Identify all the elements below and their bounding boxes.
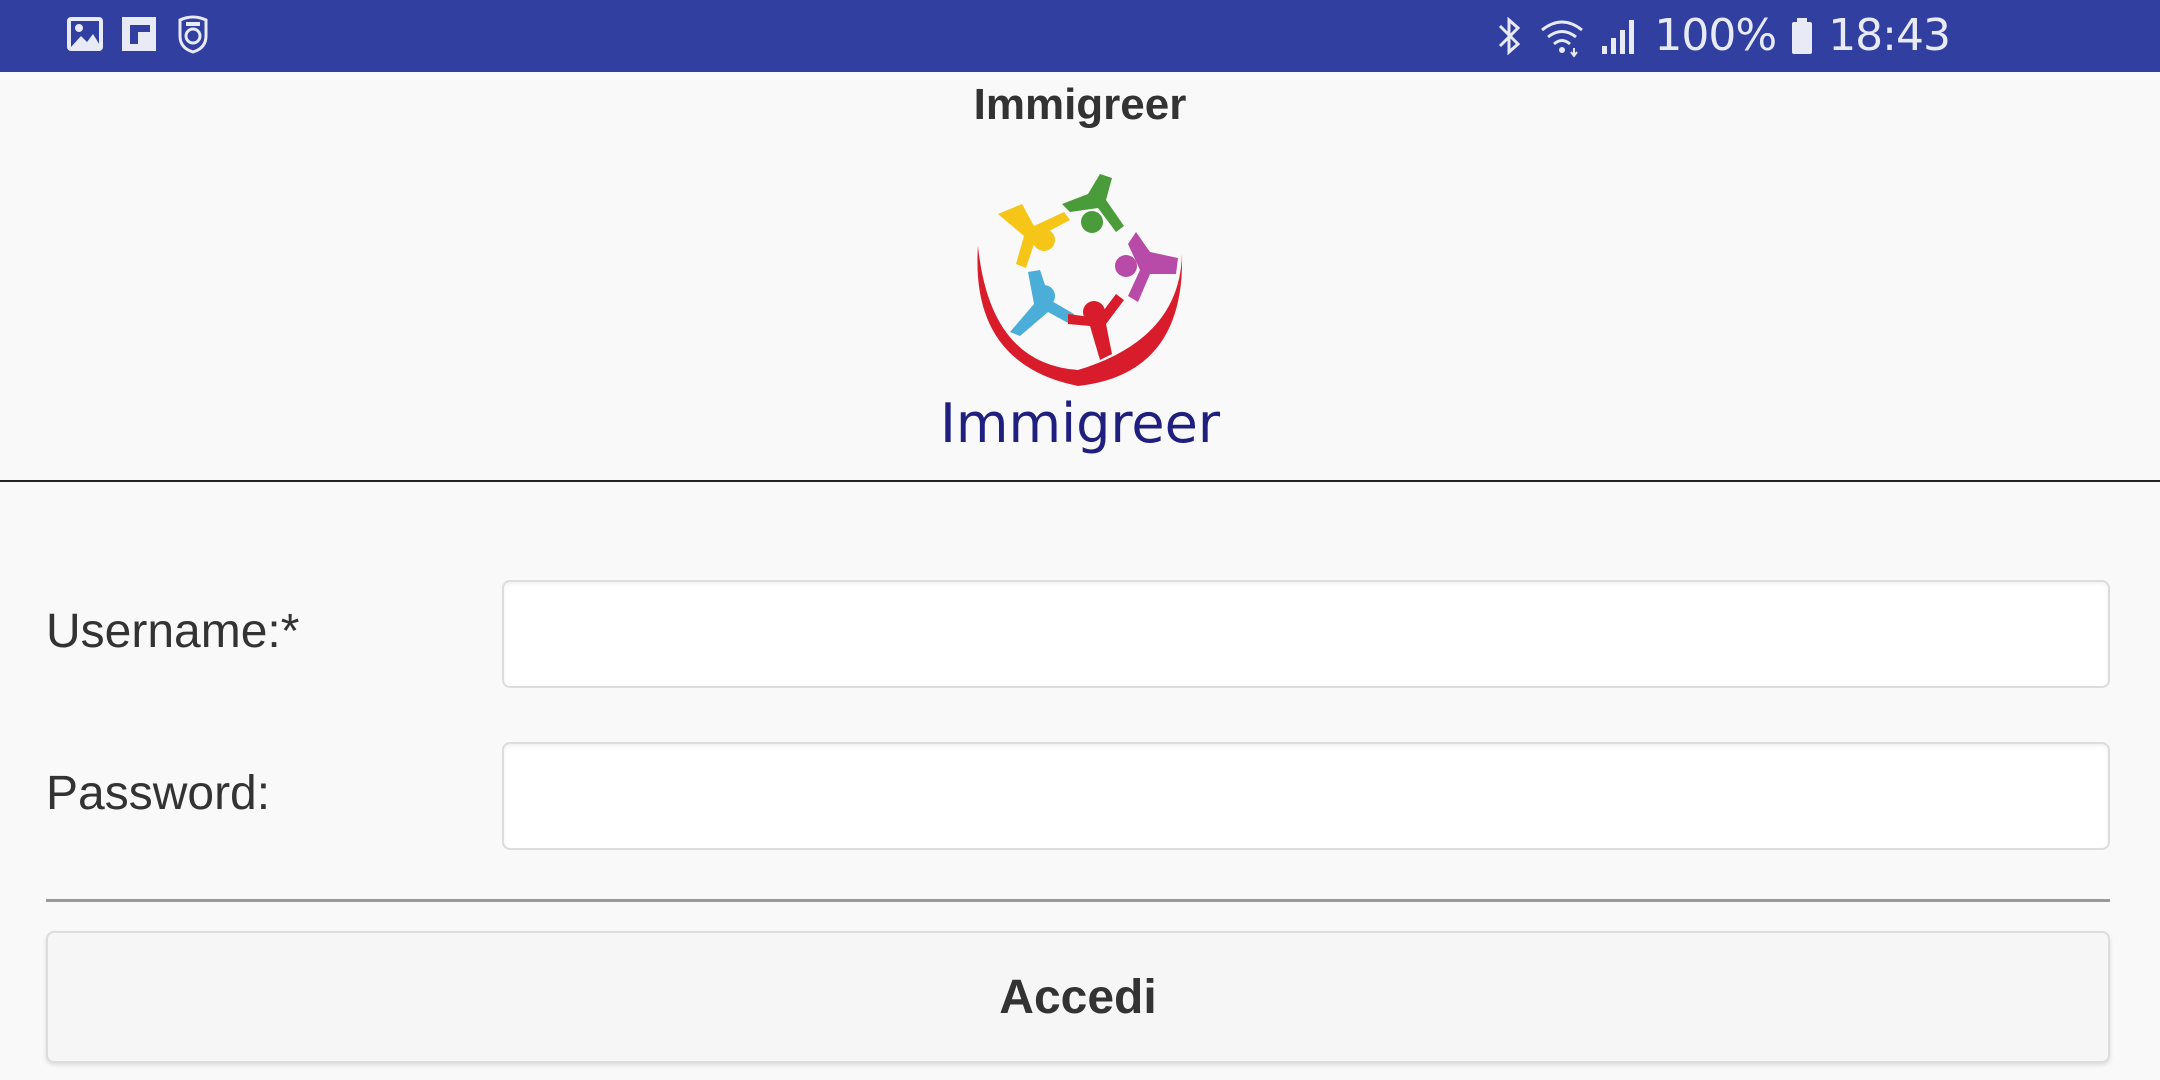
status-bar: 100% 18:43 [0, 0, 2160, 72]
page-title: Immigreer [973, 80, 1187, 129]
logo-text: Immigreer [939, 392, 1221, 455]
logo-figure-yellow [998, 204, 1070, 268]
logo-figure-green [1062, 174, 1124, 233]
logo-figure-red [1068, 294, 1124, 360]
logo-figure-blue [1010, 270, 1074, 336]
soccer-app-icon [178, 15, 208, 54]
logo-figure-purple [1115, 232, 1178, 302]
clock: 18:43 [1828, 10, 1951, 61]
flipboard-icon [122, 17, 156, 51]
signal-icon [1602, 19, 1635, 54]
username-input[interactable] [502, 580, 2110, 688]
battery-icon [1792, 17, 1813, 54]
password-label: Password: [46, 767, 271, 820]
bluetooth-icon [1499, 16, 1521, 55]
password-input[interactable] [502, 742, 2110, 850]
battery-percent: 100% [1654, 10, 1777, 61]
username-label: Username:* [46, 605, 300, 658]
form-separator [46, 899, 2110, 902]
status-left-icons [66, 14, 212, 54]
gallery-icon [67, 17, 103, 51]
header-divider [0, 480, 2160, 482]
status-right: 100% 18:43 [1494, 10, 1951, 61]
wifi-icon [1541, 20, 1584, 58]
login-button[interactable]: Accedi [46, 931, 2110, 1063]
